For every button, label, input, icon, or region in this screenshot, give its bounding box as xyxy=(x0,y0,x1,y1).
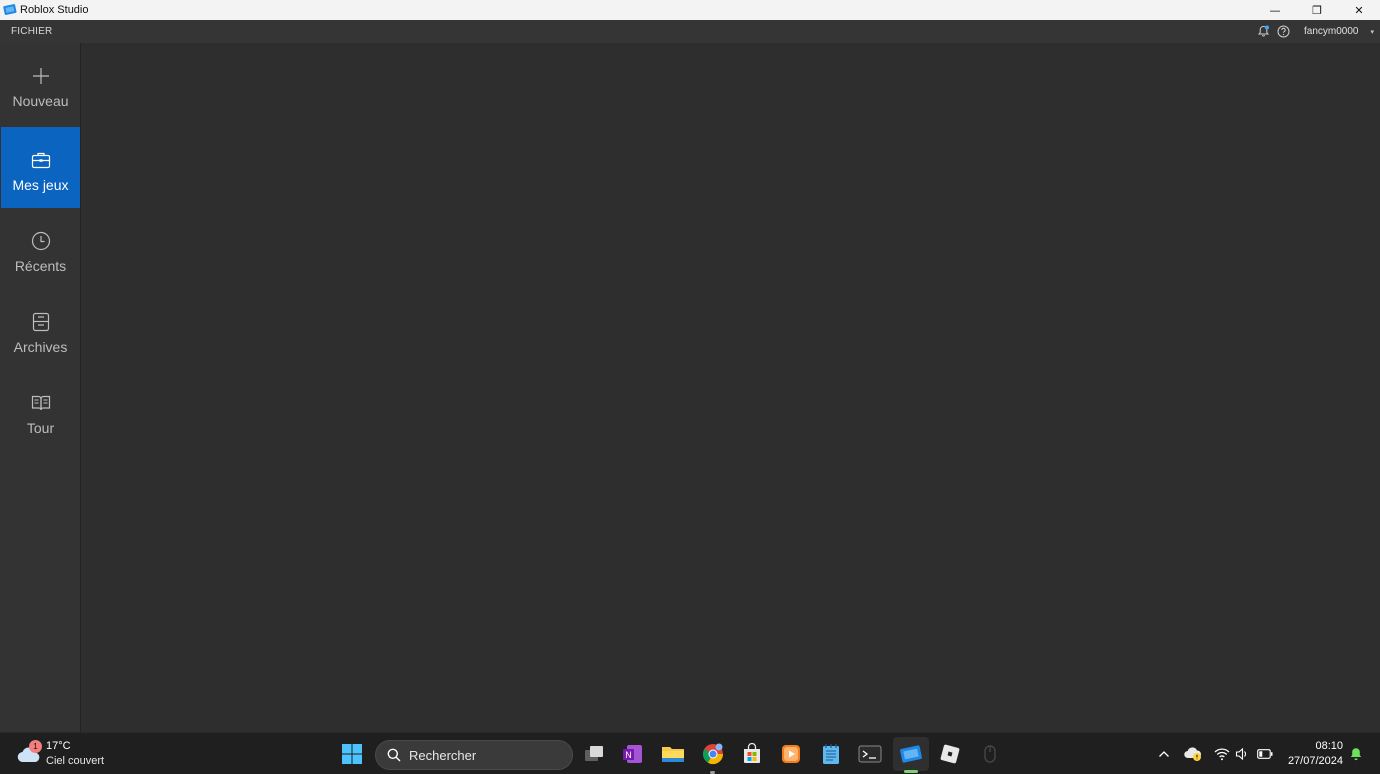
microsoft-store-icon[interactable] xyxy=(739,741,765,767)
book-icon xyxy=(30,392,52,414)
notification-center-bell-icon[interactable] xyxy=(1348,743,1364,765)
sidebar-item-archives[interactable]: Archives xyxy=(1,289,80,370)
close-button[interactable]: ✕ xyxy=(1338,0,1380,20)
roblox-studio-logo-icon xyxy=(3,3,17,17)
sidebar-item-nouveau[interactable]: Nouveau xyxy=(1,43,80,124)
file-explorer-icon[interactable] xyxy=(660,741,686,767)
help-icon[interactable] xyxy=(1276,25,1290,39)
sidebar: Nouveau Mes jeux Récents Archives Tour xyxy=(0,43,81,732)
battery-icon[interactable] xyxy=(1256,743,1274,765)
main-content-area xyxy=(82,43,1380,732)
sidebar-item-label: Nouveau xyxy=(12,93,69,109)
archive-icon xyxy=(30,311,52,333)
taskbar-clock-date[interactable]: 27/07/2024 xyxy=(1288,755,1343,767)
clock-icon xyxy=(30,230,52,252)
sidebar-item-label: Archives xyxy=(13,339,68,355)
weather-temperature: 17°C xyxy=(46,740,71,752)
restore-button[interactable]: ❐ xyxy=(1296,0,1338,20)
onedrive-warning-icon[interactable] xyxy=(1183,743,1203,765)
taskbar: 1 17°C Ciel couvert Rechercher N 08:10 2… xyxy=(0,732,1380,774)
roblox-studio-icon[interactable] xyxy=(898,741,924,767)
account-area: fancym0000 ▾ xyxy=(1256,20,1374,43)
task-view-icon[interactable] xyxy=(581,741,607,767)
window-title: Roblox Studio xyxy=(20,4,89,16)
chrome-icon[interactable] xyxy=(700,741,726,767)
taskbar-search-input[interactable]: Rechercher xyxy=(375,740,573,770)
file-menu[interactable]: FICHIER xyxy=(11,26,52,37)
plus-icon xyxy=(30,65,52,87)
sidebar-item-tour[interactable]: Tour xyxy=(1,370,80,451)
sidebar-item-label: Tour xyxy=(26,420,55,436)
minimize-button[interactable]: — xyxy=(1254,0,1296,20)
sidebar-item-label: Récents xyxy=(14,258,67,274)
weather-alert-badge: 1 xyxy=(29,740,42,753)
menu-bar: FICHIER fancym0000 ▾ xyxy=(0,20,1380,43)
search-icon xyxy=(387,748,401,762)
notification-bell-icon[interactable] xyxy=(1256,25,1270,39)
windows-start-icon[interactable] xyxy=(339,741,365,767)
volume-icon[interactable] xyxy=(1234,743,1250,765)
media-player-icon[interactable] xyxy=(778,741,804,767)
show-hidden-icons-chevron-up-icon[interactable] xyxy=(1156,743,1172,765)
window-controls: — ❐ ✕ xyxy=(1254,0,1380,20)
notepad-icon[interactable] xyxy=(818,741,844,767)
sidebar-item-label: Mes jeux xyxy=(12,177,69,193)
briefcase-icon xyxy=(30,149,52,171)
terminal-icon[interactable] xyxy=(857,741,883,767)
roblox-player-icon[interactable] xyxy=(937,741,963,767)
onenote-icon[interactable]: N xyxy=(620,741,646,767)
weather-description: Ciel couvert xyxy=(46,755,105,767)
username-label[interactable]: fancym0000 xyxy=(1304,26,1358,37)
sidebar-item-mes-jeux[interactable]: Mes jeux xyxy=(1,127,80,208)
taskbar-clock-time[interactable]: 08:10 xyxy=(1315,740,1343,752)
mouse-app-icon[interactable] xyxy=(977,741,1003,767)
title-bar: Roblox Studio — ❐ ✕ xyxy=(0,0,1380,20)
search-placeholder: Rechercher xyxy=(409,747,477,763)
sidebar-item-recents[interactable]: Récents xyxy=(1,208,80,289)
active-app-indicator xyxy=(904,770,918,773)
wifi-icon[interactable] xyxy=(1213,743,1231,765)
svg-text:N: N xyxy=(625,750,632,760)
weather-widget[interactable]: 1 17°C Ciel couvert xyxy=(14,738,124,770)
chevron-down-icon[interactable]: ▾ xyxy=(1370,28,1374,36)
